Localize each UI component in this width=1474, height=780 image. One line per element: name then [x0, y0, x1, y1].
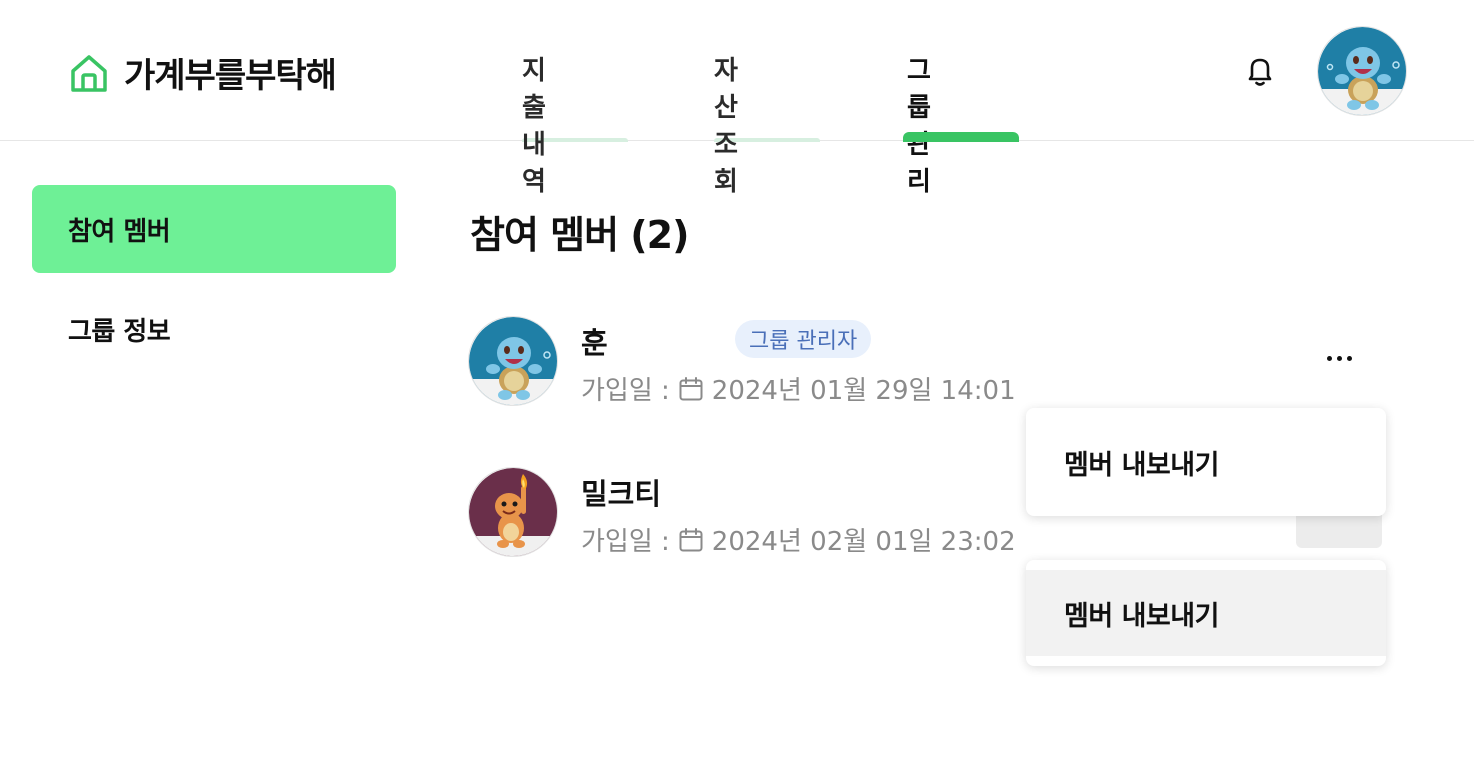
home-icon	[68, 52, 110, 94]
app-logo[interactable]: 가계부를부탁해	[68, 48, 337, 97]
active-tab-indicator	[903, 132, 1019, 142]
squirtle-avatar-icon	[469, 317, 557, 405]
admin-badge: 그룹 관리자	[735, 320, 872, 358]
squirtle-avatar-icon	[1318, 27, 1406, 115]
page-title: 참여 멤버 (2)	[470, 213, 689, 257]
member-action-menu: 멤버 내보내기	[1026, 408, 1386, 516]
tab-assets[interactable]: 자산 조회	[714, 50, 738, 198]
app-title: 가계부를부탁해	[124, 56, 337, 96]
kick-member-menu-item[interactable]: 멤버 내보내기	[1026, 419, 1386, 505]
top-header: 가계부를부탁해 지출 내역 자산 조회 그룹 관리	[0, 0, 1474, 197]
member-name-text: 훈	[581, 326, 608, 360]
member-name: 밀크티	[581, 471, 661, 513]
joined-label: 가입일 :	[581, 376, 670, 406]
member-name-text: 밀크티	[581, 477, 662, 511]
more-dots-icon	[1346, 355, 1352, 361]
sidebar-item-members[interactable]: 참여 멤버	[32, 185, 396, 273]
member-joined-date: 가입일 : 2024년 02월 01일 23:02	[581, 521, 1016, 558]
member-avatar	[468, 467, 558, 557]
calendar-icon	[678, 376, 704, 402]
more-dots-icon	[1336, 355, 1342, 361]
notification-bell-icon[interactable]	[1241, 52, 1279, 90]
joined-value: 2024년 02월 01일 23:02	[711, 527, 1016, 557]
more-dots-icon	[1326, 355, 1332, 361]
member-action-menu: 멤버 내보내기	[1026, 560, 1386, 666]
member-name: 훈	[581, 320, 608, 362]
tab-expenses[interactable]: 지출 내역	[522, 50, 546, 198]
member-avatar	[468, 316, 558, 406]
more-options-button[interactable]	[1318, 340, 1360, 376]
calendar-icon	[678, 527, 704, 553]
user-avatar[interactable]	[1317, 26, 1407, 116]
member-joined-date: 가입일 : 2024년 01월 29일 14:01	[581, 370, 1016, 407]
joined-label: 가입일 :	[581, 527, 670, 557]
tab-group-management[interactable]: 그룹 관리	[907, 50, 931, 198]
sidebar-item-group-info[interactable]: 그룹 정보	[32, 285, 396, 373]
charmander-avatar-icon	[469, 468, 557, 556]
kick-member-menu-item[interactable]: 멤버 내보내기	[1026, 570, 1386, 656]
joined-value: 2024년 01월 29일 14:01	[711, 376, 1016, 406]
